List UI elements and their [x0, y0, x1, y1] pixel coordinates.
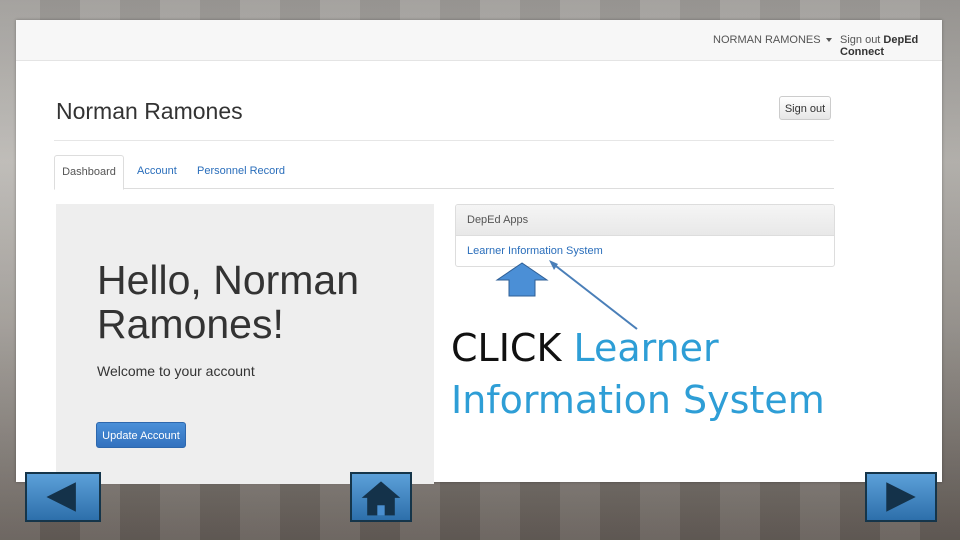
instruction-text: CLICK Learner Information System	[451, 322, 871, 426]
right-triangle-icon	[886, 482, 916, 512]
next-slide-button[interactable]	[865, 472, 937, 522]
previous-slide-button[interactable]	[25, 472, 101, 522]
instruction-verb: CLICK	[451, 326, 562, 370]
home-slide-button[interactable]	[350, 472, 412, 522]
pointer-line	[551, 262, 638, 330]
left-triangle-icon	[46, 482, 76, 512]
home-icon	[361, 481, 401, 516]
annotation-layer	[495, 260, 638, 330]
up-arrow-icon	[495, 262, 549, 297]
pointer-arrowhead-icon	[549, 260, 558, 270]
